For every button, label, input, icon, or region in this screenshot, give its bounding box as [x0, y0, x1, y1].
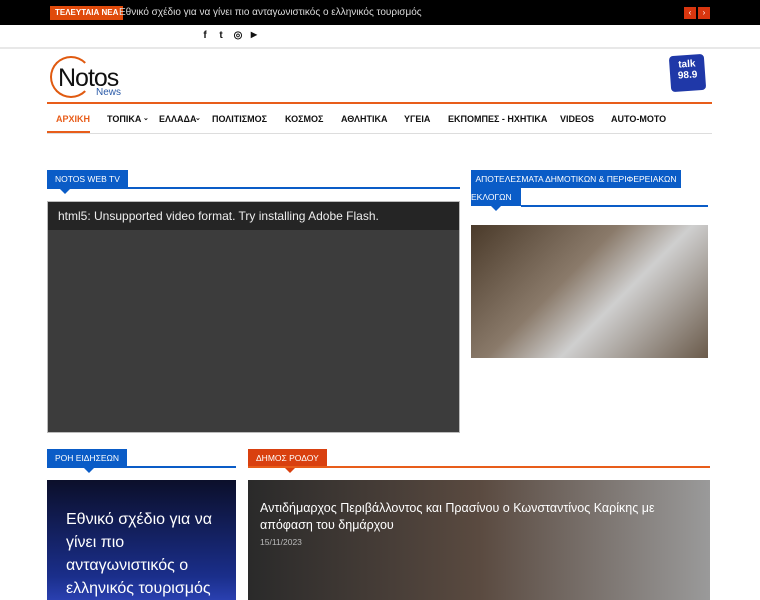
- elections-image[interactable]: [471, 225, 708, 358]
- nav-videos[interactable]: VIDEOS: [560, 114, 594, 124]
- nav-sports[interactable]: ΑΘΛΗΤΙΚΑ: [341, 114, 388, 124]
- divider: [47, 187, 460, 189]
- feed-article-title[interactable]: Εθνικό σχέδιο για να γίνει πιο ανταγωνισ…: [66, 508, 230, 600]
- nav-world[interactable]: ΚΟΣΜΟΣ: [285, 114, 323, 124]
- youtube-icon[interactable]: ▶: [248, 30, 260, 39]
- instagram-icon[interactable]: ◎: [232, 30, 244, 41]
- nav-shows[interactable]: ΕΚΠΟΜΠΕΣ - ΗΧΗΤΙΚΑ: [448, 114, 547, 124]
- radio-logo[interactable]: talk 98.9: [668, 53, 707, 93]
- nav-culture[interactable]: ΠΟΛΙΤΙΣΜΟΣ: [212, 114, 267, 124]
- video-player[interactable]: html5: Unsupported video format. Try ins…: [47, 201, 460, 433]
- rhodes-article-date: 15/11/2023: [260, 537, 302, 547]
- ticker-prev-button[interactable]: ‹: [684, 7, 696, 19]
- feed-article-card[interactable]: Εθνικό σχέδιο για να γίνει πιο ανταγωνισ…: [47, 480, 236, 600]
- ticker-badge: ΤΕΛΕΥΤΑΙΑ ΝΕΑ: [50, 6, 124, 20]
- radio-logo-line2: 98.9: [677, 69, 698, 82]
- nav-active-indicator: [47, 131, 90, 133]
- notch: [60, 189, 70, 194]
- notch: [84, 468, 94, 473]
- rhodes-article-title[interactable]: Αντιδήμαρχος Περιβάλλοντος και Πρασίνου …: [260, 500, 700, 534]
- divider: [248, 466, 710, 468]
- nav-auto-moto[interactable]: AUTO-MOTO: [611, 114, 666, 124]
- main-nav: ΑΡΧΙΚΗ ΤΟΠΙΚΑ ⌄ ΕΛΛΑΔΑ ⌄ ΠΟΛΙΤΙΣΜΟΣ ΚΟΣΜ…: [47, 102, 712, 134]
- divider: [47, 466, 236, 468]
- nav-health[interactable]: ΥΓΕΙΑ: [404, 114, 430, 124]
- site-logo[interactable]: Notos News: [50, 54, 130, 100]
- nav-home[interactable]: ΑΡΧΙΚΗ: [56, 114, 90, 124]
- video-error-message: html5: Unsupported video format. Try ins…: [48, 202, 459, 230]
- notch: [285, 468, 295, 473]
- rhodes-article-card[interactable]: Αντιδήμαρχος Περιβάλλοντος και Πρασίνου …: [248, 480, 710, 600]
- ticker-headline[interactable]: Εθνικό σχέδιο για να γίνει πιο ανταγωνισ…: [119, 6, 422, 19]
- ticker-next-button[interactable]: ›: [698, 7, 710, 19]
- twitter-icon[interactable]: t: [215, 30, 227, 41]
- chevron-down-icon[interactable]: ⌄: [143, 114, 149, 122]
- elections-header-line2[interactable]: ΕΚΛΟΓΩΝ: [471, 188, 521, 206]
- facebook-icon[interactable]: f: [199, 30, 211, 41]
- social-bar: [0, 25, 760, 49]
- nav-local[interactable]: ΤΟΠΙΚΑ: [107, 114, 141, 124]
- divider: [521, 205, 708, 207]
- chevron-down-icon[interactable]: ⌄: [195, 114, 201, 122]
- notch: [491, 206, 501, 211]
- elections-header-line1[interactable]: ΑΠΟΤΕΛΕΣΜΑΤΑ ΔΗΜΟΤΙΚΩΝ & ΠΕΡΙΦΕΡΕΙΑΚΩΝ: [471, 170, 681, 188]
- nav-greece[interactable]: ΕΛΛΑΔΑ: [159, 114, 196, 124]
- logo-sub: News: [96, 87, 122, 98]
